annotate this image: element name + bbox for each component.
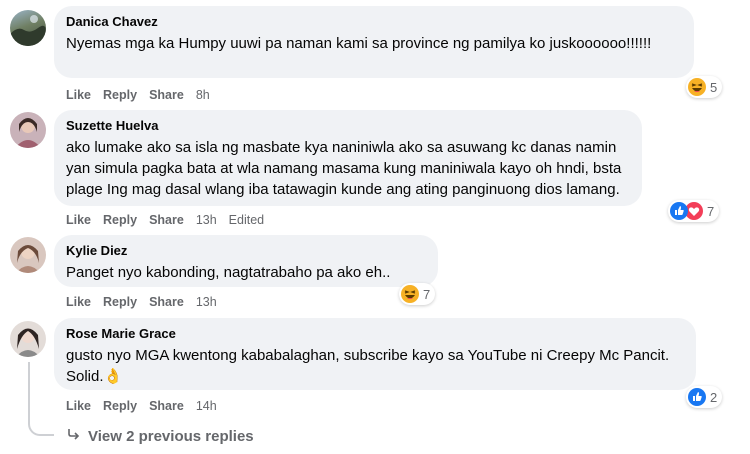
- comment-text: Nyemas mga ka Humpy uuwi pa naman kami s…: [66, 35, 652, 52]
- reaction-summary[interactable]: 2: [686, 386, 723, 408]
- comment-author[interactable]: Suzette Huelva: [66, 117, 630, 134]
- view-previous-replies[interactable]: View 2 previous replies: [66, 426, 254, 446]
- comment-bubble: Suzette Huelva ako lumake ako sa isla ng…: [54, 110, 642, 206]
- comment-time[interactable]: 14h: [196, 398, 217, 414]
- comment-time[interactable]: 13h: [196, 212, 217, 228]
- thread-connector: [28, 392, 54, 436]
- share-button[interactable]: Share: [149, 398, 184, 414]
- like-emoji-icon: [688, 388, 706, 406]
- reaction-count: 2: [710, 389, 718, 405]
- reaction-summary[interactable]: 5: [686, 76, 723, 98]
- comment-bubble: Rose Marie Grace gusto nyo MGA kwentong …: [54, 318, 696, 390]
- reply-button[interactable]: Reply: [103, 212, 137, 228]
- comment-actions: Like Reply Share 8h: [66, 87, 210, 103]
- share-button[interactable]: Share: [149, 294, 184, 310]
- thread-line: [28, 362, 30, 392]
- avatar[interactable]: [10, 237, 46, 273]
- comment-time[interactable]: 13h: [196, 294, 217, 310]
- haha-emoji-icon: [401, 285, 419, 303]
- view-replies-label: View 2 previous replies: [88, 427, 254, 445]
- reply-button[interactable]: Reply: [103, 398, 137, 414]
- comment-time[interactable]: 8h: [196, 87, 210, 103]
- avatar[interactable]: [10, 10, 46, 46]
- reaction-count: 7: [423, 286, 431, 302]
- reaction-count: 5: [710, 79, 718, 95]
- haha-emoji-icon: [688, 78, 706, 96]
- avatar[interactable]: [10, 112, 46, 148]
- like-button[interactable]: Like: [66, 398, 91, 414]
- comment-text: Panget nyo kabonding, nagtatrabaho pa ak…: [66, 264, 391, 281]
- comment-author[interactable]: Kylie Diez: [66, 242, 426, 259]
- like-emoji-icon: [670, 202, 688, 220]
- reply-arrow-icon: [66, 426, 82, 446]
- comment-actions: Like Reply Share 14h: [66, 398, 217, 414]
- reaction-summary[interactable]: 7: [399, 283, 436, 305]
- edited-label[interactable]: Edited: [229, 212, 264, 228]
- reaction-summary[interactable]: 7: [668, 200, 720, 222]
- reaction-count: 7: [707, 203, 715, 219]
- like-button[interactable]: Like: [66, 294, 91, 310]
- comment-bubble: Danica Chavez Nyemas mga ka Humpy uuwi p…: [54, 6, 694, 78]
- comment-bubble: Kylie Diez Panget nyo kabonding, nagtatr…: [54, 235, 438, 287]
- like-button[interactable]: Like: [66, 87, 91, 103]
- avatar[interactable]: [10, 321, 46, 357]
- comment-author[interactable]: Danica Chavez: [66, 13, 682, 30]
- reply-button[interactable]: Reply: [103, 294, 137, 310]
- comment-author[interactable]: Rose Marie Grace: [66, 325, 684, 342]
- share-button[interactable]: Share: [149, 87, 184, 103]
- comment-actions: Like Reply Share 13h: [66, 294, 217, 310]
- comment-actions: Like Reply Share 13h Edited: [66, 212, 264, 228]
- like-button[interactable]: Like: [66, 212, 91, 228]
- reply-button[interactable]: Reply: [103, 87, 137, 103]
- comment-text: gusto nyo MGA kwentong kababalaghan, sub…: [66, 347, 670, 385]
- comment-text: ako lumake ako sa isla ng masbate kya na…: [66, 139, 622, 198]
- share-button[interactable]: Share: [149, 212, 184, 228]
